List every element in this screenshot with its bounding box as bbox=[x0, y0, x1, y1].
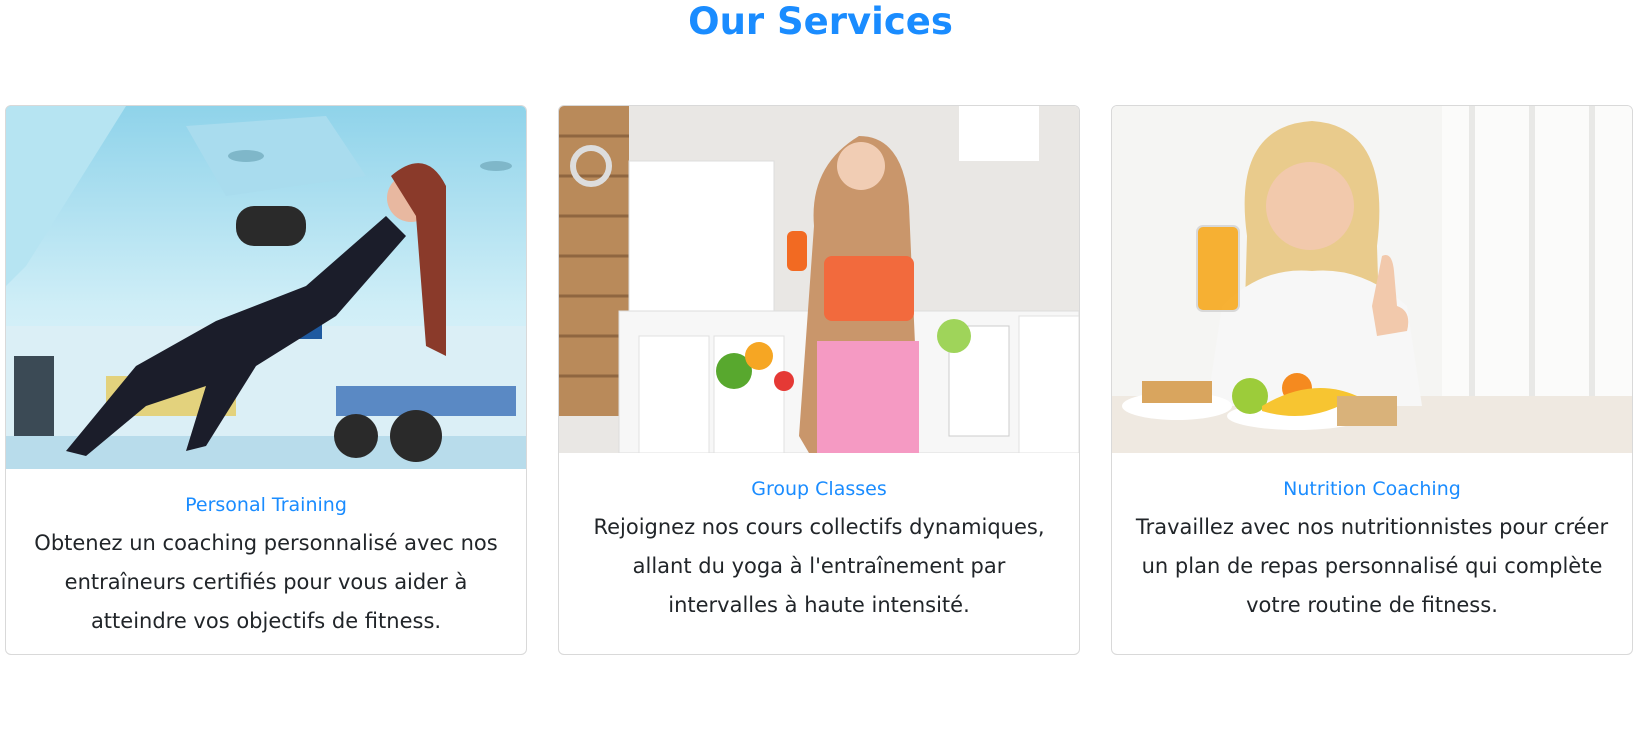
service-card-nutrition-coaching: Nutrition Coaching Travaillez avec nos n… bbox=[1111, 105, 1633, 655]
service-title: Nutrition Coaching bbox=[1283, 478, 1461, 500]
service-card-personal-training: Personal Training Obtenez un coaching pe… bbox=[5, 105, 527, 655]
service-title: Personal Training bbox=[185, 494, 347, 516]
service-description: Rejoignez nos cours collectifs dynamique… bbox=[593, 515, 1045, 617]
nutrition-coaching-image bbox=[1112, 106, 1632, 453]
service-description: Obtenez un coaching personnalisé avec no… bbox=[34, 531, 498, 633]
service-description: Travaillez avec nos nutritionnistes pour… bbox=[1135, 515, 1609, 617]
personal-training-image bbox=[6, 106, 526, 469]
group-classes-image bbox=[559, 106, 1079, 453]
service-card-group-classes: Group Classes Rejoignez nos cours collec… bbox=[558, 105, 1080, 655]
service-title: Group Classes bbox=[751, 478, 887, 500]
section-title: Our Services bbox=[688, 0, 953, 43]
